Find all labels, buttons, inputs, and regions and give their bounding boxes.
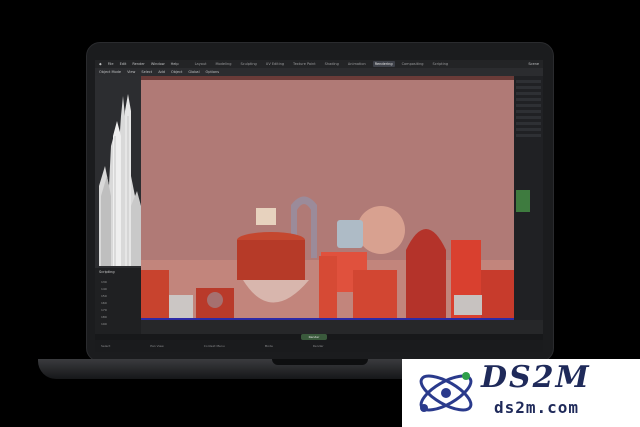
tab-sculpting[interactable]: Sculpting	[238, 61, 258, 67]
outliner-row[interactable]	[516, 134, 541, 137]
tab-compositing[interactable]: Compositing	[400, 61, 426, 67]
watermark-url: ds2m.com	[494, 398, 580, 417]
tab-shading[interactable]: Shading	[323, 61, 341, 67]
list-item[interactable]: 130	[101, 280, 137, 286]
toolbar-add[interactable]: Add	[158, 70, 165, 74]
menubar: ◆ File Edit Render Window Help Layout Mo…	[95, 60, 543, 68]
toolbar-options[interactable]: Options	[206, 70, 220, 74]
scene-selector[interactable]: Scene	[528, 62, 543, 66]
properties-highlight[interactable]	[516, 190, 530, 212]
status-mode: Mode	[264, 344, 273, 348]
timeline-area[interactable]	[141, 320, 543, 334]
outliner-row[interactable]	[516, 110, 541, 113]
menu-render[interactable]: Render	[132, 62, 144, 66]
tab-layout[interactable]: Layout	[193, 61, 209, 67]
scene-render	[141, 80, 514, 318]
status-select: Select	[101, 344, 111, 348]
toolbar-view[interactable]: View	[127, 70, 135, 74]
list-item[interactable]: 160	[101, 301, 137, 307]
list-item[interactable]: 150	[101, 294, 137, 300]
tab-rendering[interactable]: Rendering	[372, 61, 395, 67]
panel-title: Scripting	[99, 270, 115, 274]
menu-file[interactable]: File	[108, 62, 114, 66]
toolbar-global[interactable]: Global	[188, 70, 199, 74]
outliner-row[interactable]	[516, 92, 541, 95]
mode-selector[interactable]: Object Mode	[99, 70, 121, 74]
laptop-hinge	[272, 359, 368, 365]
menu-window[interactable]: Window	[151, 62, 165, 66]
list-item[interactable]: 170	[101, 308, 137, 314]
menu-edit[interactable]: Edit	[120, 62, 127, 66]
status-render: Render	[312, 344, 324, 348]
tab-texture-paint[interactable]: Texture Paint	[291, 61, 318, 67]
list-item[interactable]: 190	[101, 322, 137, 328]
viewport-toolbar: Object Mode View Select Add Object Globa…	[95, 68, 543, 76]
outliner-row[interactable]	[516, 104, 541, 107]
tower-render-image	[95, 76, 141, 268]
outliner-row[interactable]	[516, 122, 541, 125]
menu-help[interactable]: Help	[171, 62, 179, 66]
status-bar: Select Pan View Context Menu Mode Render	[95, 340, 543, 352]
blender-screen: ◆ File Edit Render Window Help Layout Mo…	[95, 60, 543, 352]
tab-uv-editing[interactable]: UV Editing	[264, 61, 286, 67]
outliner-row[interactable]	[516, 98, 541, 101]
tab-animation[interactable]: Animation	[346, 61, 368, 67]
tab-modeling[interactable]: Modeling	[214, 61, 234, 67]
status-context: Context Menu	[203, 344, 225, 348]
list-item[interactable]: 180	[101, 315, 137, 321]
outliner-row[interactable]	[516, 86, 541, 89]
watermark-title: DS2M	[481, 360, 591, 395]
workspace-tabs: Layout Modeling Sculpting UV Editing Tex…	[193, 61, 451, 67]
blender-logo-icon[interactable]: ◆	[99, 62, 102, 66]
list-item[interactable]: 140	[101, 287, 137, 293]
tab-scripting[interactable]: Scripting	[431, 61, 451, 67]
image-editor-panel[interactable]	[95, 76, 141, 268]
atom-logo-icon	[419, 372, 473, 412]
outliner-row[interactable]	[516, 116, 541, 119]
status-pan: Pan View	[150, 344, 164, 348]
bottom-left-panel: Scripting 130 140 150 160 170 180 190	[95, 268, 141, 334]
outliner-row[interactable]	[516, 80, 541, 83]
outliner-row[interactable]	[516, 128, 541, 131]
render-viewport[interactable]	[141, 80, 514, 318]
toolbar-object[interactable]: Object	[171, 70, 182, 74]
toolbar-select[interactable]: Select	[141, 70, 152, 74]
